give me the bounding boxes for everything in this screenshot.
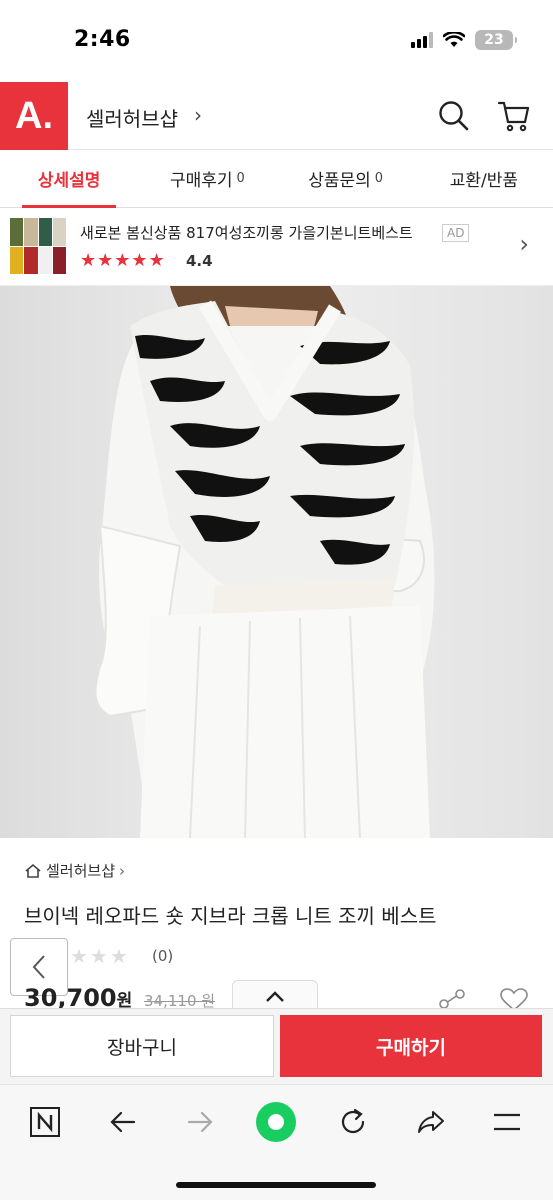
arrow-left-icon: [110, 1111, 136, 1133]
purchase-bar: 장바구니 구매하기: [0, 1008, 553, 1084]
chevron-up-icon: [266, 990, 284, 1002]
status-time: 2:46: [74, 27, 131, 52]
breadcrumb-shop: 셀러허브샵: [46, 862, 116, 880]
review-count[interactable]: (0): [152, 947, 173, 965]
share-page-button[interactable]: [408, 1099, 454, 1145]
reload-button[interactable]: [330, 1099, 376, 1145]
tab-inquiries[interactable]: 상품문의 0: [277, 150, 415, 207]
ad-stars: ★★★★★: [80, 250, 166, 271]
status-icons: 23: [411, 30, 517, 50]
thumb-swatch: [52, 218, 66, 246]
menu-button[interactable]: [484, 1099, 530, 1145]
detail-tabs: 상세설명 구매후기 0 상품문의 0 교환/반품: [0, 150, 553, 208]
naver-icon: [30, 1107, 60, 1137]
ad-thumbnail: [10, 218, 66, 274]
tab-reviews[interactable]: 구매후기 0: [138, 150, 276, 207]
tab-count: 0: [374, 171, 384, 186]
status-bar: 2:46 23: [0, 0, 553, 82]
tab-label: 교환/반품: [449, 171, 519, 191]
green-dot-icon: [256, 1102, 296, 1142]
hamburger-icon: [494, 1113, 520, 1131]
arrow-right-icon: [187, 1111, 213, 1133]
chevron-right-icon: ›: [519, 230, 529, 258]
share-icon[interactable]: [436, 988, 468, 1010]
ad-banner[interactable]: 새로본 봄신상품 817여성조끼롱 가을기본니트베스트 AD ★★★★★ 4.4…: [0, 208, 553, 286]
thumb-swatch: [10, 246, 24, 274]
browser-back-button[interactable]: [100, 1099, 146, 1145]
product-title: 브이넥 레오파드 숏 지브라 크롭 니트 조끼 베스트: [24, 904, 437, 928]
signal-icon: [411, 32, 433, 48]
wifi-icon: [443, 32, 465, 47]
thumb-swatch: [52, 246, 66, 274]
ad-title: 새로본 봄신상품 817여성조끼롱 가을기본니트베스트: [80, 224, 413, 242]
buy-now-button[interactable]: 구매하기: [280, 1015, 542, 1077]
tab-label: 상세설명: [37, 171, 101, 191]
browser-forward-button[interactable]: [177, 1099, 223, 1145]
logo[interactable]: A.: [0, 82, 68, 150]
chevron-right-icon: ›: [194, 103, 202, 127]
home-indicator[interactable]: [176, 1182, 376, 1188]
heart-icon[interactable]: [498, 988, 530, 1010]
thumb-swatch: [38, 218, 52, 246]
ad-badge: AD: [442, 224, 470, 242]
review-stars: ★★★: [70, 944, 130, 968]
reload-icon: [341, 1108, 365, 1134]
product-image[interactable]: [0, 286, 553, 838]
naver-home-button[interactable]: [22, 1099, 68, 1145]
product-photo-illustration: [0, 286, 553, 838]
shop-name-link[interactable]: 셀러허브샵: [86, 103, 178, 132]
tab-detail[interactable]: 상세설명: [0, 150, 138, 208]
tab-label: 상품문의: [308, 171, 371, 191]
thumb-swatch: [10, 218, 24, 246]
cart-icon[interactable]: [496, 98, 532, 134]
search-icon[interactable]: [436, 98, 472, 134]
thumb-swatch: [38, 246, 52, 274]
add-to-cart-button[interactable]: 장바구니: [10, 1015, 274, 1077]
share-arrow-icon: [418, 1111, 444, 1133]
green-dot-button[interactable]: [253, 1099, 299, 1145]
home-icon: [25, 863, 41, 878]
chevron-left-icon: [32, 955, 45, 979]
ad-rating: 4.4: [186, 252, 213, 270]
tab-label: 구매후기: [169, 171, 233, 191]
browser-toolbar: [0, 1084, 553, 1200]
breadcrumb[interactable]: 셀러허브샵 ›: [24, 860, 125, 881]
chevron-right-icon: ›: [119, 861, 126, 880]
thumb-swatch: [24, 218, 38, 246]
tab-exchange-return[interactable]: 교환/반품: [415, 150, 553, 207]
thumb-swatch: [24, 246, 38, 274]
battery-icon: 23: [475, 30, 517, 50]
tab-count: 0: [236, 171, 245, 186]
app-header: A. 셀러허브샵 ›: [0, 82, 553, 150]
